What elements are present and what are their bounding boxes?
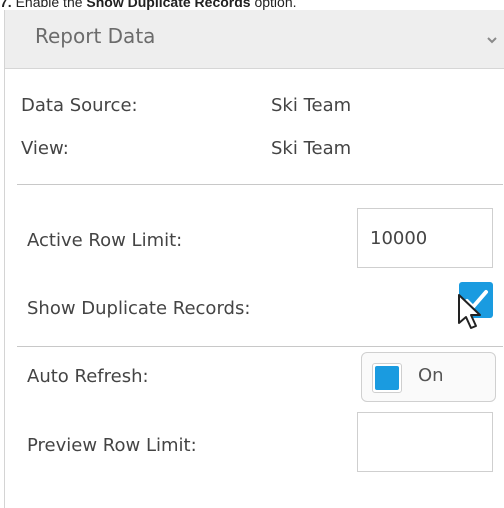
report-data-panel: Report Data Data Source: Ski Team View: …	[4, 10, 504, 508]
panel-title: Report Data	[35, 24, 156, 48]
toggle-indicator	[372, 363, 402, 393]
auto-refresh-state: On	[418, 365, 444, 386]
view-value: Ski Team	[271, 138, 352, 159]
auto-refresh-toggle[interactable]: On	[361, 352, 496, 402]
panel-header[interactable]: Report Data	[5, 10, 504, 69]
instruction-step: 7.	[0, 0, 12, 10]
chevron-down-icon[interactable]	[486, 34, 498, 46]
data-source-label: Data Source:	[21, 95, 138, 116]
mouse-pointer-icon	[458, 294, 481, 329]
active-row-limit-label: Active Row Limit:	[27, 230, 183, 251]
toggle-indicator-fill	[375, 366, 399, 390]
divider	[17, 184, 503, 185]
auto-refresh-label: Auto Refresh:	[27, 366, 149, 387]
instruction-text: 7. Enable the Show Duplicate Records opt…	[0, 0, 297, 10]
preview-row-limit-input[interactable]	[357, 412, 493, 472]
view-label: View:	[21, 138, 69, 159]
instruction-option: Show Duplicate Records	[86, 0, 251, 10]
preview-row-limit-label: Preview Row Limit:	[27, 435, 197, 456]
instruction-suffix: option.	[254, 0, 297, 10]
instruction-prefix: Enable the	[15, 0, 83, 10]
divider	[17, 346, 503, 347]
active-row-limit-input[interactable]	[357, 208, 493, 268]
data-source-value: Ski Team	[271, 95, 352, 116]
show-duplicate-records-label: Show Duplicate Records:	[27, 298, 251, 319]
